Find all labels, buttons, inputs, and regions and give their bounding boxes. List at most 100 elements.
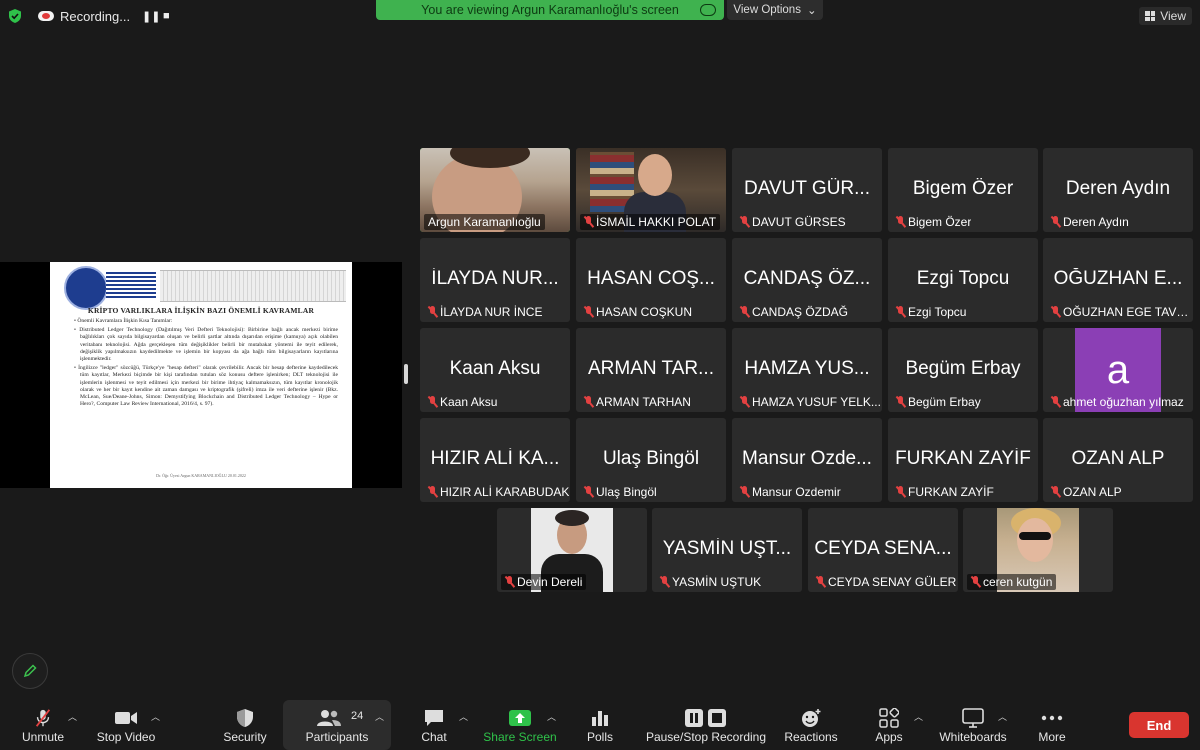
- participant-name-label: HIZIR ALİ KARABUDAK: [424, 484, 570, 500]
- pause-recording-icon[interactable]: ❚❚: [142, 10, 160, 23]
- grid-view-icon: [1145, 11, 1156, 21]
- view-options-button[interactable]: View Options ⌄: [727, 0, 823, 20]
- polls-button[interactable]: Polls: [578, 700, 622, 750]
- slide-footer: Dr. Öğr. Üyesi Argun KARAMANLIOĞLU 20.01…: [156, 473, 246, 478]
- participant-tile[interactable]: Mansur Ozde... Mansur Ozdemir: [732, 418, 882, 502]
- viewing-banner-text: You are viewing Argun Karamanlıoğlu's sc…: [421, 3, 679, 17]
- participant-name: OĞUZHAN EGE TAVU...: [1063, 305, 1193, 319]
- participant-tile[interactable]: Argun Karamanlıoğlu: [420, 148, 570, 232]
- slide-body: • Önemli Kavramlara İlişkin Kısa Tanımla…: [72, 318, 338, 410]
- video-options-chevron-icon[interactable]: ︿: [151, 710, 160, 723]
- participant-tile[interactable]: HASAN COŞ... HASAN COŞKUN: [576, 238, 726, 322]
- pencil-icon: [23, 664, 37, 678]
- whiteboards-options-chevron-icon[interactable]: ︿: [998, 710, 1007, 723]
- recording-indicator[interactable]: Recording...: [34, 6, 138, 26]
- participant-name-label: Mansur Ozdemir: [736, 484, 845, 500]
- participant-tile[interactable]: DAVUT GÜR... DAVUT GÜRSES: [732, 148, 882, 232]
- shared-screen[interactable]: KRİPTO VARLIKLARA İLİŞKİN BAZI ÖNEMLİ KA…: [0, 262, 402, 488]
- participant-tile[interactable]: İLAYDA NUR... İLAYDA NUR İNCE: [420, 238, 570, 322]
- participant-name: HAMZA YUSUF YELK...: [752, 395, 881, 409]
- unmute-button[interactable]: Unmute: [14, 700, 72, 750]
- participant-name: Devin Dereli: [517, 575, 583, 589]
- university-logo: [64, 266, 108, 310]
- participant-name-label: CEYDA SENAY GÜLER: [812, 574, 958, 590]
- participant-tile[interactable]: Deren Aydın Deren Aydın: [1043, 148, 1193, 232]
- microphone-muted-icon: [896, 216, 905, 228]
- participant-tile[interactable]: OĞUZHAN E... OĞUZHAN EGE TAVU...: [1043, 238, 1193, 322]
- top-bar: Recording... ❚❚ ■ You are viewing Argun …: [0, 0, 1200, 32]
- participant-tile[interactable]: ARMAN TAR... ARMAN TARHAN: [576, 328, 726, 412]
- view-button[interactable]: View: [1139, 7, 1192, 25]
- chevron-down-icon: ⌄: [806, 5, 817, 17]
- participant-tile[interactable]: YASMİN UŞT... YASMİN UŞTUK: [652, 508, 802, 592]
- stop-recording-icon[interactable]: ■: [163, 10, 170, 22]
- participant-name-label: Argun Karamanlıoğlu: [424, 214, 545, 230]
- stop-video-button[interactable]: Stop Video: [94, 700, 158, 750]
- whiteboards-button[interactable]: Whiteboards: [936, 700, 1010, 750]
- microphone-muted-icon: [584, 216, 593, 228]
- share-options-chevron-icon[interactable]: ︿: [547, 710, 556, 723]
- participant-display-name: OĞUZHAN E...: [1053, 268, 1183, 289]
- participants-label: Participants: [305, 730, 369, 744]
- participant-tile[interactable]: FURKAN ZAYİF FURKAN ZAYİF: [888, 418, 1038, 502]
- participant-name: ahmet oğuzhan yılmaz: [1063, 395, 1184, 409]
- participant-name: CANDAŞ ÖZDAĞ: [752, 305, 849, 319]
- annotate-button[interactable]: [12, 653, 48, 689]
- audio-options-chevron-icon[interactable]: ︿: [68, 710, 77, 723]
- participant-name-label: OZAN ALP: [1047, 484, 1126, 500]
- microphone-muted-icon: [740, 486, 749, 498]
- participant-hair: [555, 510, 589, 526]
- chat-button[interactable]: Chat: [412, 700, 456, 750]
- resize-handle[interactable]: [404, 364, 408, 384]
- microphone-muted-icon: [740, 216, 749, 228]
- participant-display-name: CEYDA SENA...: [814, 538, 952, 559]
- participant-name-label: ahmet oğuzhan yılmaz: [1047, 394, 1188, 410]
- security-button[interactable]: Security: [218, 700, 272, 750]
- participant-tile[interactable]: Begüm Erbay Begüm Erbay: [888, 328, 1038, 412]
- participant-tile[interactable]: CEYDA SENA... CEYDA SENAY GÜLER: [808, 508, 958, 592]
- microphone-muted-icon: [971, 576, 980, 588]
- end-meeting-button[interactable]: End: [1129, 712, 1189, 738]
- apps-button[interactable]: Apps: [867, 700, 911, 750]
- polls-bar-chart-icon: [592, 711, 608, 726]
- participants-button[interactable]: 24 Participants ︿: [283, 700, 391, 750]
- share-screen-button[interactable]: Share Screen: [478, 700, 562, 750]
- participant-name: HASAN COŞKUN: [596, 305, 693, 319]
- microphone-muted-icon: [428, 306, 437, 318]
- participant-tile[interactable]: OZAN ALP OZAN ALP: [1043, 418, 1193, 502]
- participant-name-label: ARMAN TARHAN: [580, 394, 695, 410]
- cloud-icon: [700, 4, 716, 16]
- participant-name: YASMİN UŞTUK: [672, 575, 762, 589]
- participant-name-label: Bigem Özer: [892, 214, 975, 230]
- apps-options-chevron-icon[interactable]: ︿: [914, 710, 923, 723]
- microphone-muted-icon: [740, 396, 749, 408]
- participant-name: CEYDA SENAY GÜLER: [828, 575, 957, 589]
- participant-tile[interactable]: İSMAİL HAKKI POLAT: [576, 148, 726, 232]
- participant-tile[interactable]: a ahmet oğuzhan yılmaz: [1043, 328, 1193, 412]
- chat-options-chevron-icon[interactable]: ︿: [459, 710, 468, 723]
- participant-tile[interactable]: CANDAŞ ÖZ... CANDAŞ ÖZDAĞ: [732, 238, 882, 322]
- participant-tile[interactable]: Devin Dereli: [497, 508, 647, 592]
- participant-tile[interactable]: HIZIR ALİ KA... HIZIR ALİ KARABUDAK: [420, 418, 570, 502]
- participant-name: Deren Aydın: [1063, 215, 1129, 229]
- more-button[interactable]: More: [1030, 700, 1074, 750]
- participant-count: 24: [351, 710, 364, 722]
- pause-stop-recording-button[interactable]: Pause/Stop Recording: [642, 700, 770, 750]
- shield-check-icon[interactable]: [8, 9, 22, 23]
- participant-tile[interactable]: Ezgi Topcu Ezgi Topcu: [888, 238, 1038, 322]
- participant-display-name: HASAN COŞ...: [587, 268, 715, 289]
- reactions-button[interactable]: Reactions: [780, 700, 842, 750]
- microphone-muted-icon: [584, 486, 593, 498]
- microphone-muted-icon: [740, 306, 749, 318]
- participant-tile[interactable]: Bigem Özer Bigem Özer: [888, 148, 1038, 232]
- microphone-muted-icon: [660, 576, 669, 588]
- participant-name: FURKAN ZAYİF: [908, 485, 994, 499]
- participant-tile[interactable]: Ulaş Bingöl Ulaş Bingöl: [576, 418, 726, 502]
- participant-tile[interactable]: Kaan Aksu Kaan Aksu: [420, 328, 570, 412]
- viewing-screen-banner: You are viewing Argun Karamanlıoğlu's sc…: [376, 0, 724, 20]
- participant-tile[interactable]: ceren kutgün: [963, 508, 1113, 592]
- participant-tile[interactable]: HAMZA YUS... HAMZA YUSUF YELK...: [732, 328, 882, 412]
- participant-name-label: Ulaş Bingöl: [580, 484, 661, 500]
- participants-options-chevron-icon[interactable]: ︿: [375, 710, 384, 723]
- microphone-muted-icon: [1051, 486, 1060, 498]
